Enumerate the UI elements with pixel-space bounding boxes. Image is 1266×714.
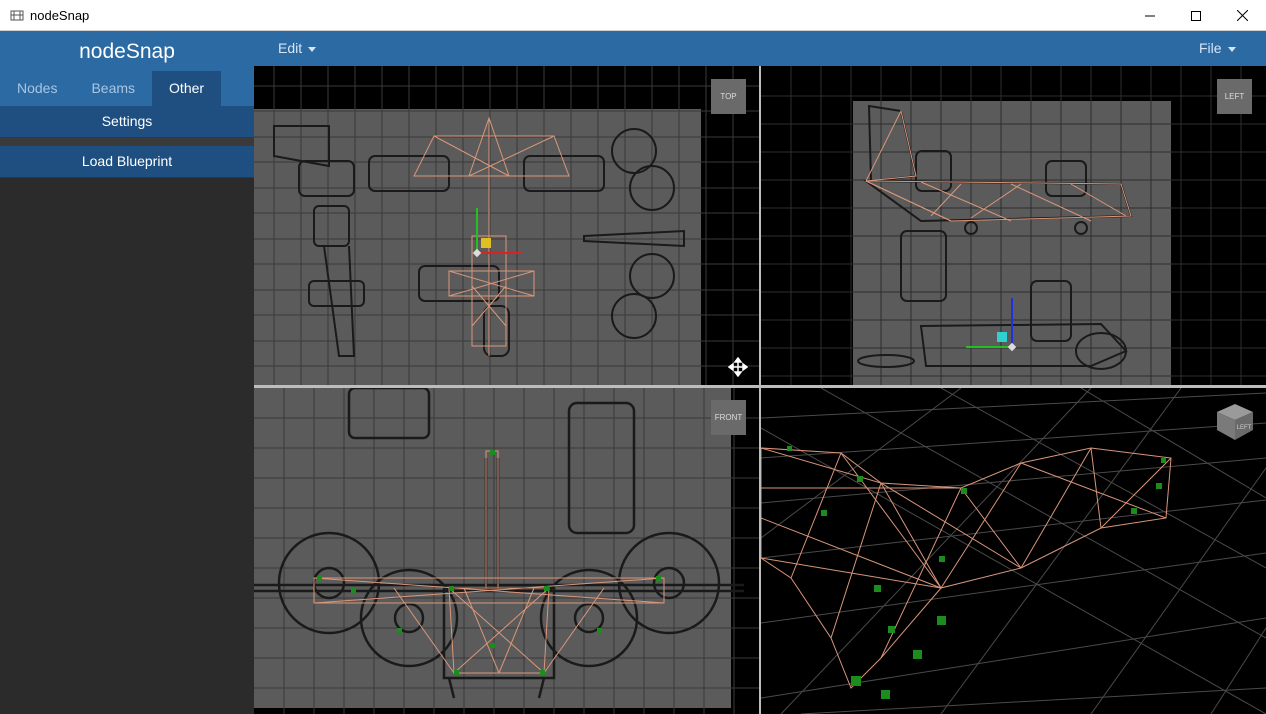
node-marker[interactable] (540, 670, 545, 675)
maximize-button[interactable] (1173, 0, 1219, 31)
viewport-splitter-horizontal[interactable] (254, 385, 1266, 388)
node-marker[interactable] (544, 586, 549, 591)
node-marker[interactable] (874, 585, 881, 592)
viewport-label-front[interactable]: FRONT (711, 400, 746, 435)
tab-beams[interactable]: Beams (74, 71, 152, 106)
viewport-label-left[interactable]: LEFT (1217, 79, 1252, 114)
menubar: Edit File (254, 31, 1266, 66)
perspective-canvas (761, 388, 1266, 714)
node-marker[interactable] (597, 628, 602, 633)
chevron-down-icon (1227, 46, 1236, 52)
tab-nodes[interactable]: Nodes (0, 71, 74, 106)
settings-button[interactable]: Settings (0, 106, 254, 138)
node-marker[interactable] (317, 576, 322, 581)
edit-menu[interactable]: Edit (278, 31, 317, 66)
left-view-canvas (761, 66, 1266, 385)
front-view-canvas (254, 388, 759, 714)
node-marker[interactable] (1156, 483, 1162, 489)
node-marker[interactable] (939, 556, 945, 562)
wireframe-model (761, 447, 1172, 689)
node-marker[interactable] (821, 510, 827, 516)
node-marker[interactable] (961, 488, 967, 494)
viewport-front[interactable]: FRONT (254, 388, 759, 714)
blueprint-image (254, 388, 731, 708)
sidebar: nodeSnap Nodes Beams Other Settings Load… (0, 31, 254, 714)
viewport-left[interactable]: LEFT (761, 66, 1266, 385)
ground-grid (761, 388, 1266, 714)
node-marker[interactable] (851, 676, 861, 686)
node-marker[interactable] (656, 576, 661, 581)
top-view-canvas (254, 66, 759, 385)
viewport-label-top[interactable]: TOP (711, 79, 746, 114)
node-marker[interactable] (449, 586, 454, 591)
viewport-splitter-vertical[interactable] (759, 66, 761, 714)
window-titlebar: nodeSnap (0, 0, 1266, 31)
node-marker[interactable] (490, 450, 495, 455)
sidebar-tabs: Nodes Beams Other (0, 71, 254, 106)
node-marker[interactable] (888, 626, 895, 633)
node-marker[interactable] (937, 616, 946, 625)
view-cube-icon[interactable]: LEFT (1213, 400, 1255, 442)
node-marker[interactable] (857, 476, 863, 482)
sidebar-divider (0, 138, 254, 146)
node-marker[interactable] (1131, 508, 1137, 514)
chevron-down-icon (308, 46, 317, 52)
node-marker[interactable] (913, 650, 922, 659)
window-title: nodeSnap (30, 8, 90, 23)
node-marker[interactable] (351, 588, 356, 593)
file-menu[interactable]: File (1199, 31, 1236, 66)
move-icon[interactable] (728, 357, 748, 377)
viewport-perspective[interactable]: LEFT (761, 388, 1266, 714)
gizmo-plane-handle[interactable] (481, 238, 491, 248)
maximize-icon (1191, 10, 1201, 21)
load-blueprint-button[interactable]: Load Blueprint (0, 146, 254, 178)
close-icon (1236, 10, 1248, 21)
brand-title: nodeSnap (0, 31, 254, 71)
minimize-icon (1145, 15, 1155, 16)
viewport-top[interactable]: TOP (254, 66, 759, 385)
minimize-button[interactable] (1127, 0, 1173, 31)
file-menu-label: File (1199, 40, 1222, 56)
app-icon (10, 10, 24, 21)
node-marker[interactable] (397, 628, 402, 633)
node-marker[interactable] (787, 446, 792, 451)
close-button[interactable] (1219, 0, 1265, 31)
tab-other[interactable]: Other (152, 71, 222, 106)
node-marker[interactable] (881, 690, 890, 699)
edit-menu-label: Edit (278, 40, 303, 56)
node-marker[interactable] (1161, 458, 1166, 463)
node-marker[interactable] (454, 670, 459, 675)
node-marker[interactable] (490, 643, 495, 648)
view-cube-label: LEFT (1237, 425, 1252, 431)
gizmo-plane-handle[interactable] (997, 332, 1007, 342)
